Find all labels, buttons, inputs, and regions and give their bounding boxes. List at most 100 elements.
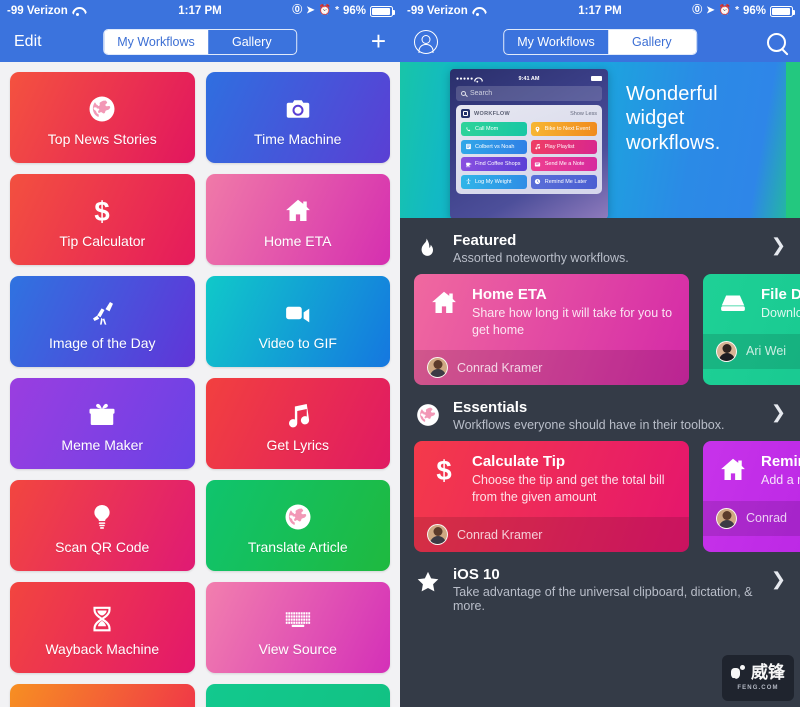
mock-show-less-button[interactable]: Show Less <box>570 111 597 117</box>
mock-widget-button-label: Send Me a Note <box>544 161 585 167</box>
gallery-card-row[interactable]: $ Calculate Tip Choose the tip and get the… <box>400 441 800 552</box>
watermark-brand: 威锋 <box>751 663 785 683</box>
music-note-icon <box>288 403 309 427</box>
mock-widget-button[interactable]: Bike to Next Event <box>530 122 597 136</box>
phone-icon <box>465 126 470 131</box>
mock-widget-button[interactable]: Log My Weight <box>461 174 528 189</box>
mock-widget-button[interactable]: Call Mom <box>461 122 528 136</box>
chevron-right-icon[interactable]: ❯ <box>771 236 786 254</box>
cup-icon <box>465 162 471 167</box>
music-note-icon <box>535 143 541 150</box>
avatar <box>716 340 737 362</box>
watermark: 威锋 FENG.COM <box>722 655 794 701</box>
chevron-right-icon[interactable]: ❯ <box>771 570 786 588</box>
workflow-tile-icon <box>87 293 117 333</box>
workflow-tile[interactable]: View Source <box>205 582 390 673</box>
mock-widget-button[interactable]: Colbert vs Noah <box>461 139 528 154</box>
chevron-right-icon[interactable]: ❯ <box>771 403 786 421</box>
gallery-card-row[interactable]: Home ETA Share how long it will take for … <box>400 274 800 385</box>
workflow-tile-icon <box>87 89 117 129</box>
search-icon <box>767 32 786 52</box>
workflow-tile[interactable]: Top News Stories <box>10 72 195 163</box>
workflow-tile-icon <box>283 497 313 537</box>
workflow-tile-label: Top News Stories <box>47 130 157 147</box>
battery-percent-label: 96% <box>342 5 366 17</box>
mock-widget-button-label: Call Mom <box>475 126 499 132</box>
house-icon <box>285 199 310 221</box>
globe-icon <box>89 96 115 121</box>
section-icon <box>414 568 442 596</box>
tab-gallery[interactable]: Gallery <box>607 30 696 54</box>
tab-my-workflows[interactable]: My Workflows <box>504 30 608 54</box>
hero-headline-line-2: widget <box>626 107 685 130</box>
gallery-workflow-card[interactable]: Remin Add a r you arr Conrad <box>703 441 800 552</box>
section-title: Featured <box>453 232 517 249</box>
book-icon <box>465 143 471 150</box>
workflow-tile[interactable]: Get Lyrics <box>205 378 390 469</box>
workflow-tile[interactable]: Time Machine <box>205 72 390 163</box>
profile-button[interactable] <box>414 30 438 54</box>
hero-headline-line-3: workflows. <box>626 131 721 154</box>
svg-text:$: $ <box>95 196 110 226</box>
at-icon: ⓪ <box>692 5 703 16</box>
mock-widget-title: WORKFLOW <box>474 110 511 117</box>
mock-widget-button-label: Remind Me Later <box>544 178 587 185</box>
workflow-tile[interactable]: Home ETA <box>205 174 390 265</box>
mock-widget-button-label: Find Coffee Shops <box>475 161 521 167</box>
workflow-tile-label: Video to GIF <box>258 334 337 351</box>
mock-widget-button[interactable]: Remind Me Later <box>530 174 597 189</box>
workflow-tile[interactable] <box>10 684 195 707</box>
workflow-tile-icon <box>87 599 117 639</box>
pin-icon <box>535 126 540 132</box>
add-workflow-button[interactable]: + <box>371 28 386 54</box>
mock-search-field[interactable]: Search <box>456 86 602 101</box>
workflow-tile[interactable]: Translate Article <box>205 480 390 571</box>
gallery-card-description: Downlo using a <box>761 306 800 320</box>
gallery-card-icon <box>716 286 750 322</box>
mock-widget-button[interactable]: Send Me a Note <box>530 157 597 171</box>
gallery-section-header[interactable]: Featured Assorted noteworthy workflows. ❯ <box>400 218 800 274</box>
gallery-sections: Featured Assorted noteworthy workflows. ❯ H… <box>400 218 800 622</box>
battery-percent-label-right: 96% <box>742 5 766 17</box>
gallery-card-icon: $ <box>427 453 461 505</box>
gift-icon <box>89 403 115 425</box>
gallery-workflow-card[interactable]: Home ETA Share how long it will take for … <box>414 274 689 385</box>
video-icon <box>285 306 309 322</box>
workflow-grid-scroll[interactable]: Top News Stories Time Machine $ Tip Calcula… <box>0 62 400 707</box>
mock-widget-button-icon <box>534 160 542 168</box>
hero-banner[interactable]: ●●●●● 9:41 AM Search WORKFLOW Show Less … <box>400 62 800 218</box>
workflow-tile[interactable]: Wayback Machine <box>10 582 195 673</box>
edit-button[interactable]: Edit <box>14 33 42 51</box>
workflow-tile[interactable] <box>205 684 390 707</box>
mock-widget-button-icon <box>534 143 542 151</box>
workflow-tile[interactable]: Video to GIF <box>205 276 390 367</box>
workflow-tile[interactable]: Image of the Day <box>10 276 195 367</box>
telescope-icon <box>93 301 114 325</box>
search-button[interactable] <box>767 32 786 52</box>
workflow-tile[interactable]: Meme Maker <box>10 378 195 469</box>
gallery-section-header[interactable]: Essentials Workflows everyone should have… <box>400 385 800 441</box>
feng-logo-icon <box>731 665 748 682</box>
tab-gallery[interactable]: Gallery <box>208 30 296 54</box>
workflow-tile-label: Wayback Machine <box>45 640 160 657</box>
gallery-card-author: Conrad Kramer <box>457 360 543 375</box>
tab-my-workflows[interactable]: My Workflows <box>104 30 208 54</box>
hourglass-icon <box>93 606 111 631</box>
gallery-scroll[interactable]: ●●●●● 9:41 AM Search WORKFLOW Show Less … <box>400 62 800 707</box>
house-icon <box>721 458 745 480</box>
gallery-workflow-card[interactable]: $ Calculate Tip Choose the tip and get the… <box>414 441 689 552</box>
left-segmented-control[interactable]: My Workflows Gallery <box>103 29 297 55</box>
mock-widget-button[interactable]: Play Playlist <box>530 139 597 154</box>
gallery-workflow-card[interactable]: File Do Downlo using a Ari Wei <box>703 274 800 385</box>
workflow-tile[interactable]: Scan QR Code <box>10 480 195 571</box>
workflow-tile-icon <box>283 599 313 639</box>
right-segmented-control[interactable]: My Workflows Gallery <box>503 29 697 55</box>
gallery-section-header[interactable]: iOS 10 Take advantage of the universal cl… <box>400 552 800 622</box>
mock-widget-button[interactable]: Find Coffee Shops <box>461 157 528 171</box>
alarm-clock-icon: ⏰ <box>718 5 732 16</box>
workflow-tile[interactable]: $ Tip Calculator <box>10 174 195 265</box>
right-nav-bar: My Workflows Gallery <box>400 22 800 62</box>
avatar <box>716 507 737 529</box>
note-icon <box>535 161 541 167</box>
workflow-tile-icon <box>283 395 313 435</box>
